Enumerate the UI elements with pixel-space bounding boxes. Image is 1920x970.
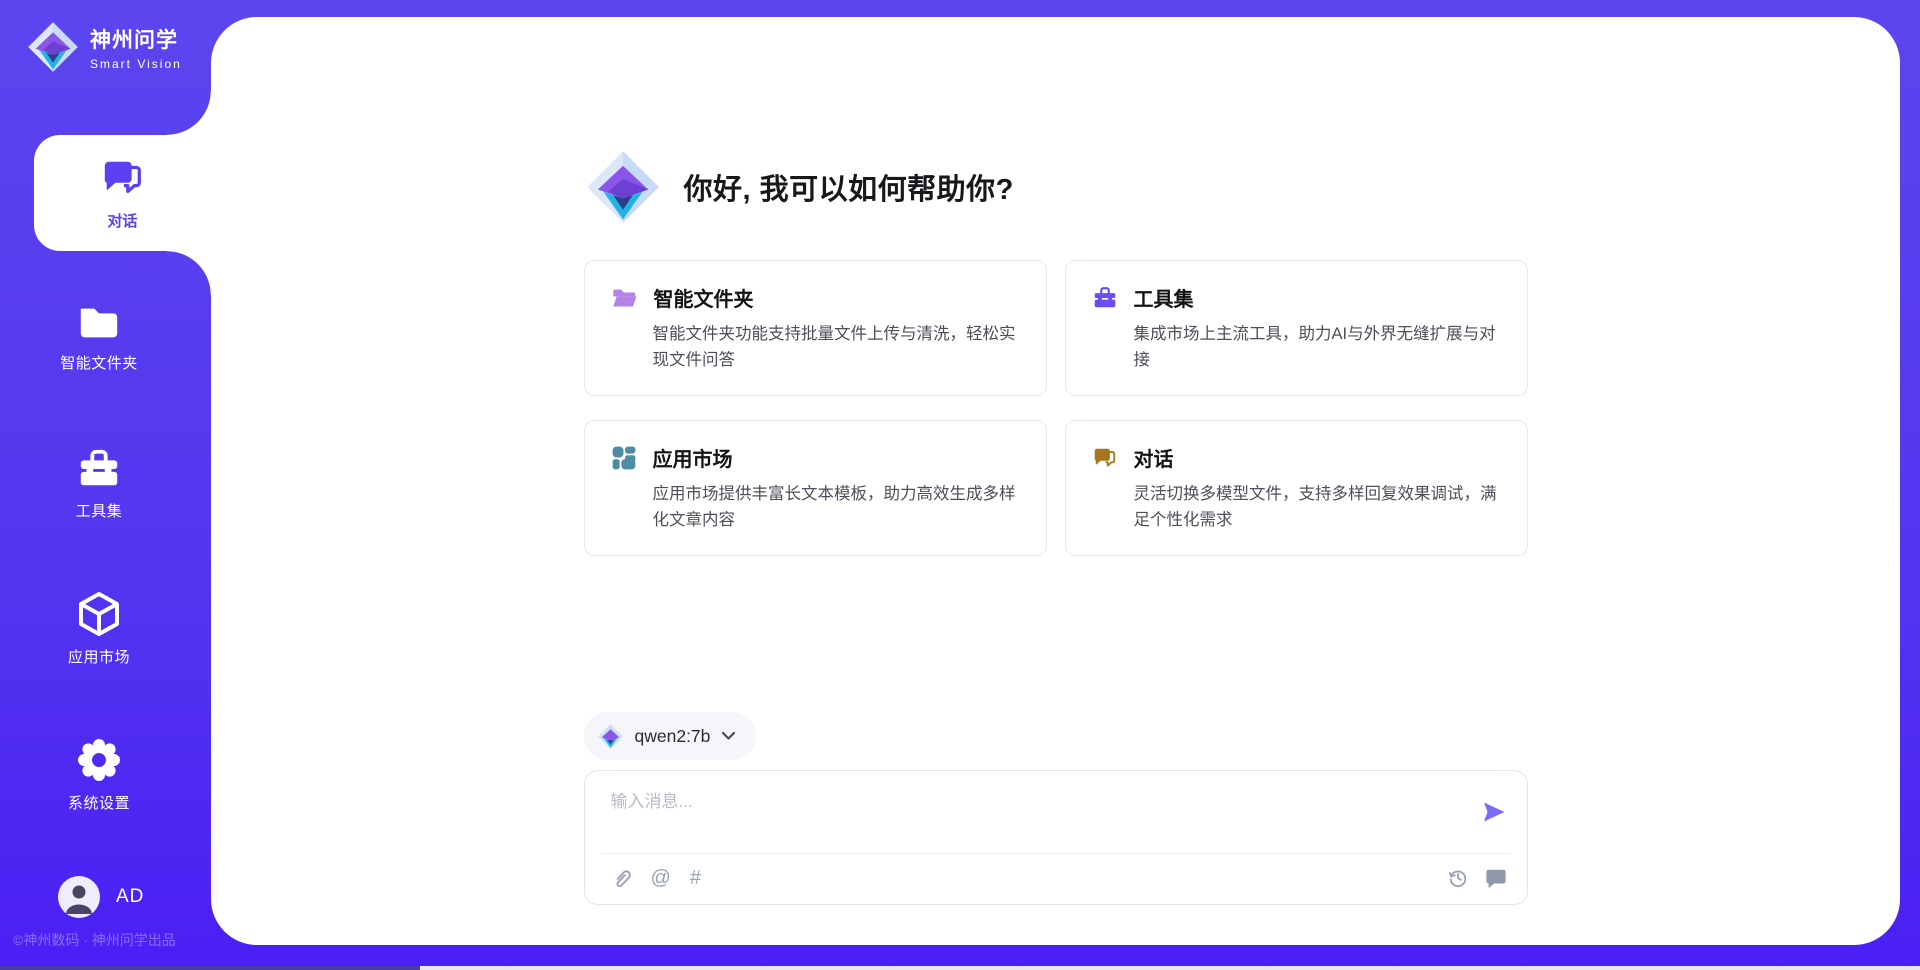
sidebar-item-label: 对话 — [107, 210, 137, 231]
card-title: 对话 — [1134, 443, 1174, 472]
model-logo-icon — [597, 723, 624, 750]
sidebar-item-chat[interactable]: 对话 — [34, 135, 211, 251]
toolbox-icon — [76, 446, 122, 492]
brand: 神州问学 Smart Vision — [26, 20, 182, 74]
card-app-market[interactable]: 应用市场 应用市场提供丰富长文本模板，助力高效生成多样化文章内容 — [584, 420, 1047, 556]
history-icon — [1447, 867, 1469, 889]
topic-button[interactable]: # — [690, 867, 701, 890]
user-profile[interactable]: AD — [58, 876, 144, 918]
cube-icon — [75, 590, 123, 638]
chat-icon — [100, 155, 146, 201]
card-title: 工具集 — [1134, 283, 1194, 312]
hash-icon: # — [690, 867, 701, 890]
greeting-title: 你好, 我可以如何帮助你? — [684, 166, 1014, 208]
card-description: 应用市场提供丰富长文本模板，助力高效生成多样化文章内容 — [653, 482, 1020, 533]
brand-name: 神州问学 — [90, 24, 182, 54]
card-description: 集成市场上主流工具，助力AI与外界无缝扩展与对接 — [1134, 322, 1501, 373]
paperclip-icon — [611, 867, 632, 890]
composer-toolbar: @ # — [611, 852, 1507, 904]
avatar — [58, 876, 100, 918]
chat-icon — [1092, 445, 1118, 471]
card-chat[interactable]: 对话 灵活切换多模型文件，支持多样回复效果调试，满足个性化需求 — [1065, 420, 1528, 556]
sidebar-item-label: 应用市场 — [0, 646, 198, 667]
comment-icon — [1485, 867, 1507, 889]
feedback-button[interactable] — [1485, 867, 1507, 889]
person-icon — [58, 876, 100, 918]
model-name: qwen2:7b — [635, 726, 711, 747]
sidebar-item-toolset[interactable]: 工具集 — [0, 446, 198, 521]
main-panel: 你好, 我可以如何帮助你? 智能文件夹 智能文件夹功能支持批量文件上传与清洗，轻… — [211, 17, 1900, 945]
sidebar-footer: ©神州数码 · 神州问学出品 — [13, 930, 176, 950]
app-grid-icon — [611, 445, 637, 471]
folder-open-icon — [611, 285, 638, 310]
send-button[interactable] — [1481, 799, 1507, 828]
mention-button[interactable]: @ — [651, 867, 671, 890]
sidebar: 神州问学 Smart Vision 对话 智能文件夹 工具集 — [0, 0, 211, 970]
toolbox-icon — [1092, 285, 1118, 311]
card-toolset[interactable]: 工具集 集成市场上主流工具，助力AI与外界无缝扩展与对接 — [1065, 260, 1528, 396]
card-smart-folder[interactable]: 智能文件夹 智能文件夹功能支持批量文件上传与清洗，轻松实现文件问答 — [584, 260, 1047, 396]
folder-icon — [76, 300, 122, 344]
sidebar-item-smart-folder[interactable]: 智能文件夹 — [0, 300, 198, 373]
greeting-logo-icon — [584, 148, 662, 226]
sidebar-item-settings[interactable]: 系统设置 — [0, 736, 198, 813]
attach-button[interactable] — [611, 867, 632, 890]
active-tab-fillet-top — [167, 91, 211, 135]
at-icon: @ — [651, 867, 671, 890]
sidebar-item-label: 工具集 — [0, 500, 198, 521]
chevron-down-icon — [721, 731, 736, 741]
history-button[interactable] — [1447, 867, 1469, 889]
sidebar-item-label: 智能文件夹 — [0, 352, 198, 373]
active-tab-fillet-bottom — [167, 251, 211, 295]
brand-logo-icon — [26, 20, 80, 74]
gear-icon — [75, 736, 123, 784]
message-input[interactable] — [611, 787, 1451, 845]
card-description: 智能文件夹功能支持批量文件上传与清洗，轻松实现文件问答 — [653, 322, 1020, 373]
card-title: 智能文件夹 — [654, 283, 754, 312]
horizontal-scrollbar[interactable] — [0, 966, 1920, 970]
message-composer: @ # — [584, 770, 1528, 905]
feature-cards: 智能文件夹 智能文件夹功能支持批量文件上传与清洗，轻松实现文件问答 工具集 集成… — [584, 260, 1528, 556]
send-icon — [1481, 799, 1507, 825]
scrollbar-thumb[interactable] — [0, 966, 420, 970]
brand-subtitle: Smart Vision — [90, 57, 182, 71]
model-selector[interactable]: qwen2:7b — [584, 712, 757, 760]
card-title: 应用市场 — [653, 443, 733, 472]
greeting: 你好, 我可以如何帮助你? — [584, 148, 1528, 226]
user-name: AD — [116, 886, 144, 908]
sidebar-item-label: 系统设置 — [0, 792, 198, 813]
sidebar-item-app-market[interactable]: 应用市场 — [0, 590, 198, 667]
card-description: 灵活切换多模型文件，支持多样回复效果调试，满足个性化需求 — [1134, 482, 1501, 533]
